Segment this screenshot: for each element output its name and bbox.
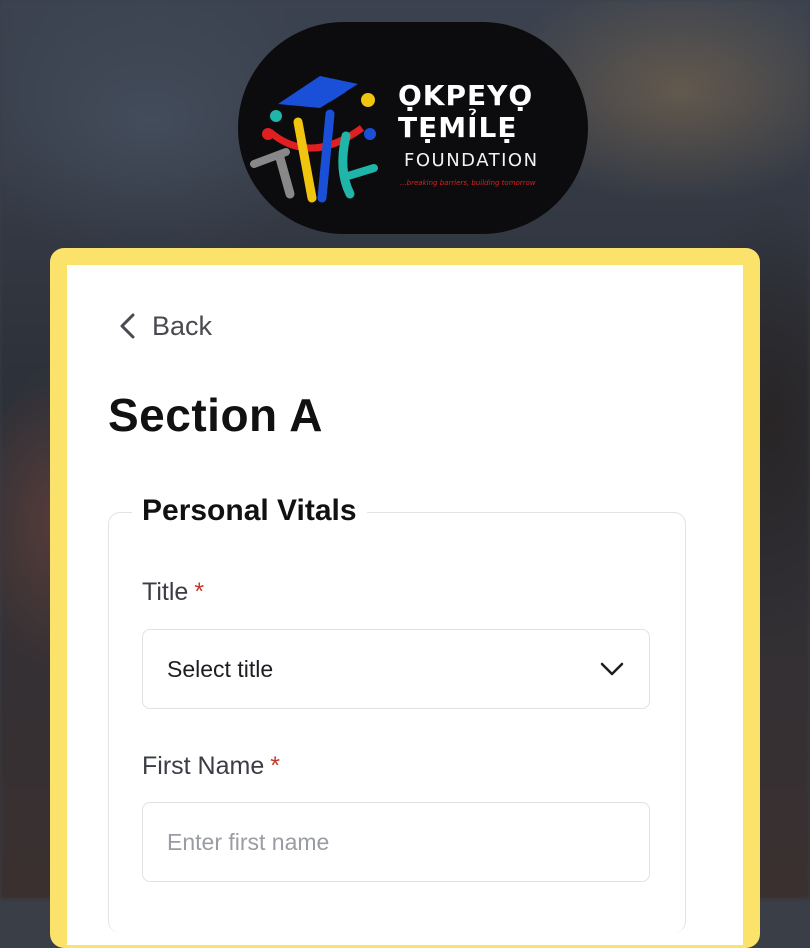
- required-marker: *: [270, 752, 280, 780]
- page-title: Section A: [108, 389, 323, 441]
- required-marker: *: [194, 578, 205, 606]
- logo-line-1: ỌKPEYỌ: [398, 79, 534, 112]
- title-label-text: Title: [142, 578, 189, 606]
- chevron-down-icon: [600, 662, 624, 676]
- title-field-label: Title *: [142, 578, 204, 607]
- title-select[interactable]: Select title: [142, 629, 650, 709]
- fieldset-legend: Personal Vitals: [132, 494, 367, 528]
- first-name-field-label: First Name *: [142, 752, 280, 781]
- first-name-label-text: First Name: [142, 752, 265, 780]
- logo-line-3: FOUNDATION: [404, 150, 539, 171]
- chevron-left-icon: [120, 313, 135, 339]
- back-label: Back: [152, 310, 213, 341]
- logo-tagline: ...breaking barriers, building tomorrow: [400, 179, 536, 187]
- logo-line-2: TẸMỈLẸ: [398, 111, 518, 144]
- foundation-logo-icon: [250, 76, 378, 203]
- title-select-value: Select title: [167, 655, 274, 682]
- logo-wordmark: ỌKPEYỌ TẸMỈLẸ FOUNDATION ...breaking bar…: [398, 79, 539, 188]
- first-name-input[interactable]: [142, 802, 650, 882]
- back-button[interactable]: Back: [118, 308, 212, 344]
